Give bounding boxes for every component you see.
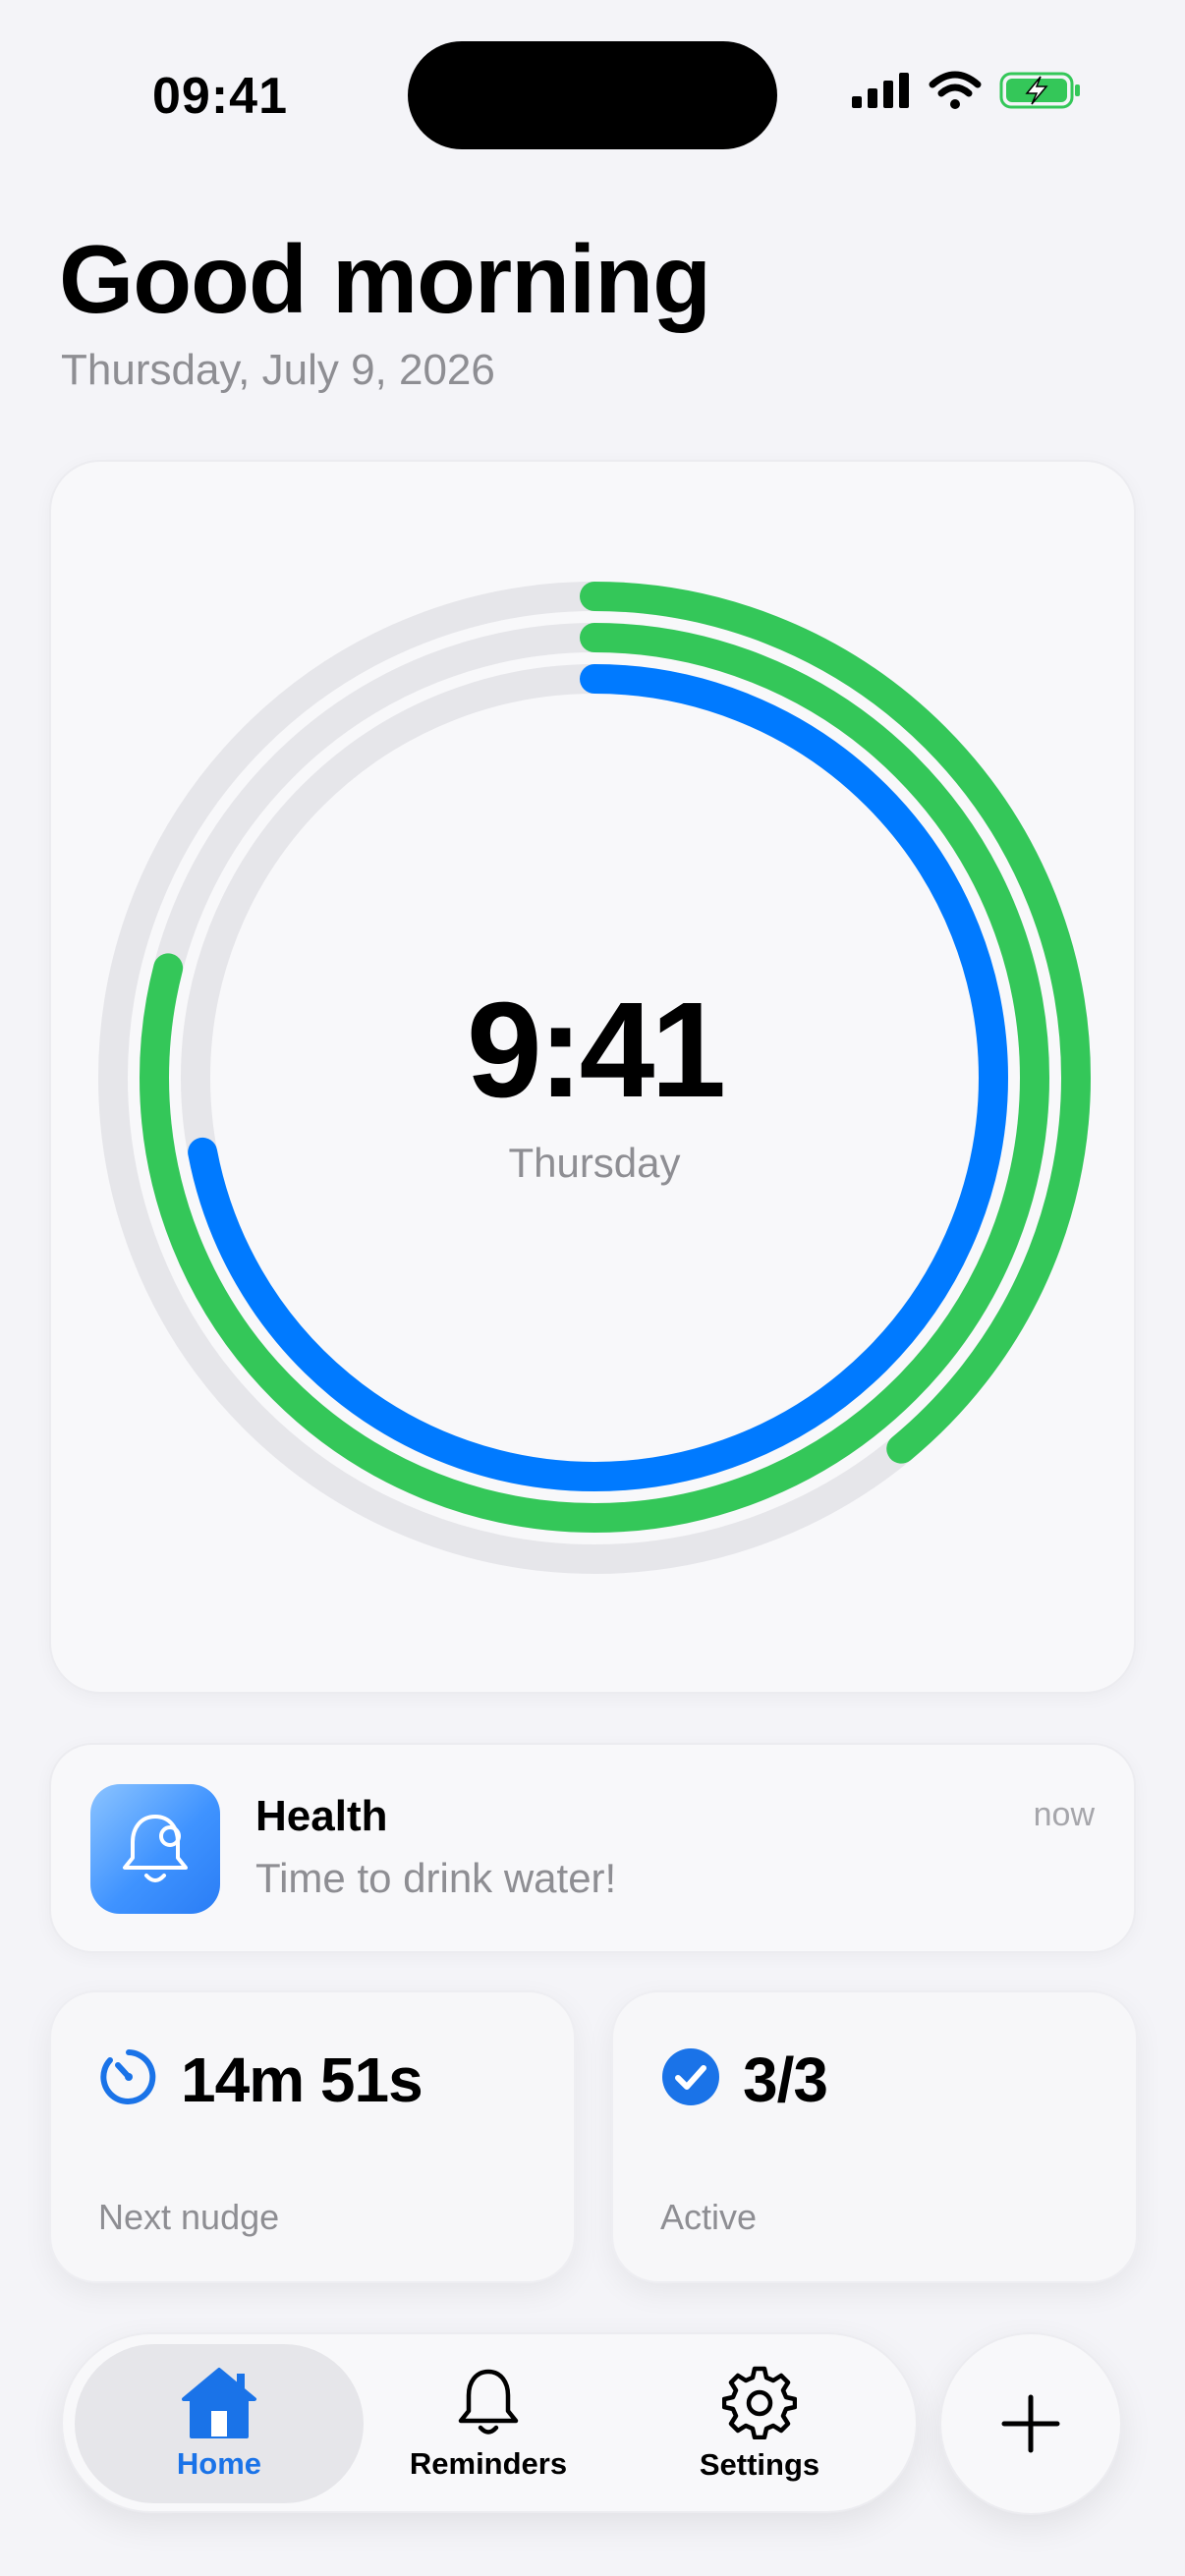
- tab-home-label: Home: [176, 2446, 262, 2481]
- bell-icon: [458, 2369, 519, 2435]
- active-reminders-value: 3/3: [743, 2044, 828, 2115]
- ring-center-day: Thursday: [508, 1140, 681, 1186]
- tab-reminders[interactable]: Reminders: [344, 2344, 633, 2503]
- notification-title: Health: [255, 1792, 388, 1840]
- next-nudge-value: 14m 51s: [181, 2044, 423, 2115]
- checkmark-circle-icon: [662, 2048, 719, 2105]
- tab-settings[interactable]: Settings: [615, 2344, 904, 2503]
- status-bar-time: 09:41: [152, 68, 288, 125]
- dynamic-island: [408, 41, 777, 149]
- notification-app-icon: [90, 1784, 220, 1914]
- next-nudge-label: Next nudge: [98, 2197, 280, 2237]
- next-nudge-card[interactable]: 14m 51s Next nudge: [49, 1990, 576, 2283]
- date-label: Thursday, July 9, 2026: [61, 346, 495, 394]
- active-reminders-label: Active: [660, 2197, 758, 2237]
- tab-settings-label: Settings: [699, 2447, 820, 2482]
- battery-charging-icon: [999, 72, 1080, 109]
- activity-ring-card[interactable]: 9:41 Thursday: [49, 460, 1136, 1694]
- ring-center-time: 9:41: [466, 975, 726, 1126]
- tab-home[interactable]: Home: [75, 2344, 364, 2503]
- gear-icon: [722, 2366, 797, 2439]
- timer-icon: [100, 2049, 156, 2104]
- bell-icon: [123, 1815, 188, 1882]
- cellular-signal-icon: [852, 73, 909, 108]
- active-reminders-card[interactable]: 3/3 Active: [611, 1990, 1138, 2283]
- wifi-icon: [929, 71, 982, 109]
- tab-bar: Home Reminders Settings: [61, 2332, 918, 2513]
- house-icon: [182, 2368, 256, 2438]
- add-reminder-button[interactable]: [939, 2332, 1122, 2515]
- plus-icon: [1001, 2394, 1060, 2453]
- notification-body: Time to drink water!: [255, 1855, 617, 1901]
- home-screen: 09:41 Good morning Thursday, July 9, 202…: [0, 0, 1185, 2576]
- page-title: Good morning: [59, 225, 711, 333]
- tab-reminders-label: Reminders: [409, 2446, 568, 2481]
- notification-timestamp: now: [1033, 1796, 1095, 1833]
- notification-card[interactable]: Health Time to drink water! now: [49, 1743, 1136, 1953]
- status-bar-icons: [852, 71, 1082, 110]
